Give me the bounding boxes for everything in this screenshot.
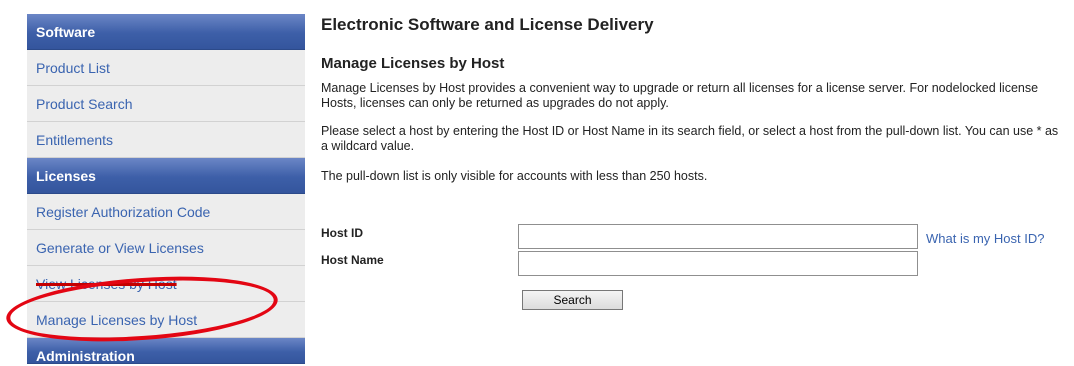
sidebar-item-view-licenses-by-host[interactable]: View Licenses by Host xyxy=(27,266,305,302)
main-content: Electronic Software and License Delivery… xyxy=(321,12,1061,184)
page: Software Product List Product Search Ent… xyxy=(0,0,1074,366)
host-id-input[interactable] xyxy=(518,224,918,249)
host-name-input[interactable] xyxy=(518,251,918,276)
sidebar-item-manage-licenses-by-host[interactable]: Manage Licenses by Host xyxy=(27,302,305,338)
pulldown-note: The pull-down list is only visible for a… xyxy=(321,169,708,183)
host-id-label: Host ID xyxy=(321,226,363,240)
sidebar-header-administration: Administration xyxy=(27,338,305,364)
search-button[interactable]: Search xyxy=(522,290,623,310)
page-title: Electronic Software and License Delivery xyxy=(321,15,654,34)
sidebar-item-entitlements[interactable]: Entitlements xyxy=(27,122,305,158)
what-is-my-host-id-link[interactable]: What is my Host ID? xyxy=(926,231,1044,246)
section-title: Manage Licenses by Host xyxy=(321,55,505,72)
sidebar-item-generate-or-view-licenses[interactable]: Generate or View Licenses xyxy=(27,230,305,266)
sidebar-item-register-authorization-code[interactable]: Register Authorization Code xyxy=(27,194,305,230)
sidebar-header-licenses: Licenses xyxy=(27,158,305,194)
host-name-label: Host Name xyxy=(321,253,384,267)
instructions-paragraph: Please select a host by entering the Hos… xyxy=(321,124,1059,153)
sidebar-nav: Software Product List Product Search Ent… xyxy=(27,14,305,364)
sidebar-item-product-search[interactable]: Product Search xyxy=(27,86,305,122)
description-paragraph: Manage Licenses by Host provides a conve… xyxy=(321,81,1039,110)
sidebar-header-software: Software xyxy=(27,14,305,50)
sidebar-item-product-list[interactable]: Product List xyxy=(27,50,305,86)
